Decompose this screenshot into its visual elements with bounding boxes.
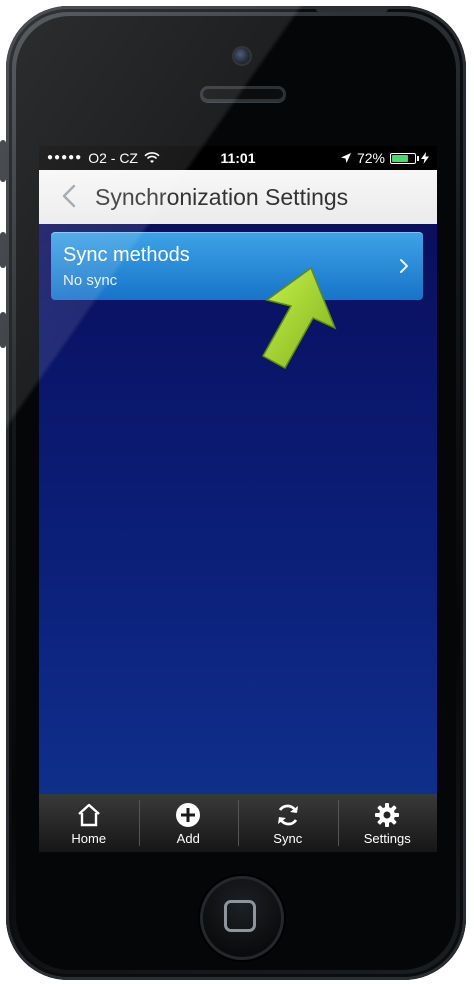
- sync-methods-row[interactable]: Sync methods No sync: [51, 232, 423, 300]
- sync-icon: [277, 804, 298, 826]
- home-button-square-icon: [224, 900, 256, 932]
- battery-percent: 72%: [356, 150, 385, 166]
- sync-methods-value: No sync: [63, 272, 118, 289]
- navigation-bar: Synchronization Settings: [39, 170, 437, 225]
- tab-home-label: Home: [71, 831, 107, 846]
- status-left: ●●●●● O2 - CZ: [47, 146, 160, 170]
- battery-level: [392, 154, 408, 162]
- home-icon: [77, 803, 100, 827]
- phone-screen: 11:01 ●●●●● O2 - CZ 72% Synchronization …: [39, 146, 437, 852]
- gear-icon: [375, 803, 400, 827]
- tab-add-label: Add: [176, 831, 200, 846]
- power-button: [316, 6, 388, 12]
- volume-up-button: [0, 232, 6, 268]
- location-arrow-icon: [340, 153, 351, 163]
- back-chevron-icon[interactable]: [57, 183, 83, 209]
- tab-sync[interactable]: Sync: [238, 794, 338, 852]
- signal-strength-icon: ●●●●●: [47, 152, 83, 163]
- volume-down-button: [0, 312, 6, 348]
- status-right: 72%: [340, 146, 429, 170]
- mute-switch: [0, 140, 6, 182]
- tab-add[interactable]: Add: [138, 794, 239, 852]
- tab-bar: Home Add Sync Settings: [39, 794, 437, 852]
- earpiece-speaker: [200, 86, 286, 102]
- add-circle-icon: [176, 803, 201, 827]
- tab-settings[interactable]: Settings: [337, 794, 438, 852]
- chevron-right-icon: [400, 259, 408, 273]
- wifi-icon: [144, 152, 160, 163]
- sync-methods-label: Sync methods: [63, 244, 190, 266]
- front-camera: [234, 48, 250, 64]
- home-hardware-button[interactable]: [200, 876, 284, 960]
- carrier-name: O2 - CZ: [88, 150, 138, 166]
- battery-icon: [390, 152, 419, 164]
- charging-bolt-icon: [421, 152, 429, 164]
- tab-home[interactable]: Home: [39, 794, 139, 852]
- status-bar: 11:01 ●●●●● O2 - CZ 72%: [39, 146, 437, 170]
- tab-settings-label: Settings: [363, 831, 411, 846]
- green-pointer-arrow-icon: [261, 266, 337, 370]
- tab-sync-label: Sync: [273, 831, 303, 846]
- page-title: Synchronization Settings: [95, 184, 349, 210]
- settings-content: Sync methods No sync: [39, 224, 437, 794]
